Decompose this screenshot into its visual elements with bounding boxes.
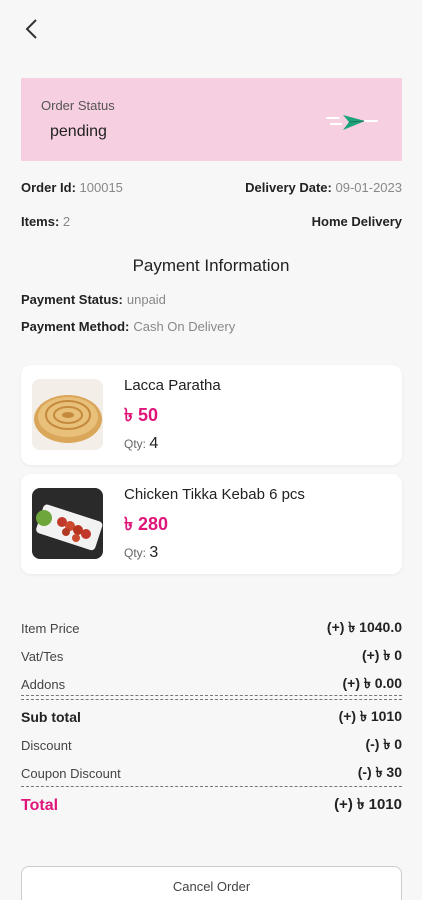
item-image-paratha	[32, 379, 103, 450]
order-status-value: pending	[50, 123, 107, 140]
item-qty-label: Qty:	[124, 437, 147, 451]
order-status-card: Order Status pending	[21, 78, 402, 161]
order-status-label: Order Status	[41, 98, 115, 113]
summary-addons-label: Addons	[21, 676, 66, 692]
summary-divider	[21, 695, 402, 696]
summary-addons-value: (+) ৳ 0.00	[342, 675, 402, 691]
summary-item-price-label: Item Price	[21, 620, 80, 636]
summary-coupon-value: (-) ৳ 30	[357, 764, 402, 780]
items-count-value: 2	[62, 214, 71, 229]
items-count-label: Items:	[21, 214, 60, 229]
item-qty: Qty: 3	[124, 544, 158, 562]
summary-total: Total (+) ৳ 1010	[21, 793, 402, 818]
order-meta-row-2: Items: 2 Home Delivery	[21, 214, 402, 229]
delivery-date: Delivery Date: 09-01-2023	[245, 180, 402, 195]
payment-method-value: Cash On Delivery	[133, 319, 236, 334]
delivery-date-label: Delivery Date:	[245, 180, 332, 195]
summary-item-price: Item Price (+) ৳ 1040.0	[21, 616, 402, 640]
item-name: Chicken Tikka Kebab 6 pcs	[124, 486, 305, 503]
cancel-order-button[interactable]: Cancel Order	[21, 866, 402, 900]
summary-coupon: Coupon Discount (-) ৳ 30	[21, 761, 402, 785]
summary-discount-value: (-) ৳ 0	[365, 736, 402, 752]
payment-status-value: unpaid	[126, 292, 166, 307]
item-image-kebab	[32, 488, 103, 559]
summary-divider	[21, 786, 402, 787]
order-item-card[interactable]: Lacca Paratha ৳ 50 Qty: 4	[21, 365, 402, 465]
item-qty: Qty: 4	[124, 435, 158, 453]
order-item-card[interactable]: Chicken Tikka Kebab 6 pcs ৳ 280 Qty: 3	[21, 474, 402, 574]
item-name: Lacca Paratha	[124, 377, 221, 394]
summary-vat: Vat/Tes (+) ৳ 0	[21, 644, 402, 668]
back-button[interactable]	[18, 16, 44, 42]
summary-subtotal-value: (+) ৳ 1010	[338, 708, 402, 724]
summary-vat-value: (+) ৳ 0	[361, 647, 402, 663]
payment-info-title: Payment Information	[132, 256, 290, 275]
order-id-value: 100015	[79, 180, 123, 195]
summary-item-price-value: (+) ৳ 1040.0	[326, 619, 402, 635]
item-qty-value: 4	[149, 435, 159, 452]
order-id: Order Id: 100015	[21, 180, 123, 195]
delivery-date-value: 09-01-2023	[335, 180, 403, 195]
summary-discount-label: Discount	[21, 737, 72, 753]
summary-discount: Discount (-) ৳ 0	[21, 733, 402, 757]
item-price: ৳ 50	[124, 405, 158, 425]
order-meta-row-1: Order Id: 100015 Delivery Date: 09-01-20…	[21, 180, 402, 195]
summary-divider	[21, 699, 402, 700]
paper-plane-icon	[326, 115, 378, 130]
payment-method: Payment Method: Cash On Delivery	[21, 319, 402, 334]
summary-vat-label: Vat/Tes	[21, 648, 64, 664]
item-qty-label: Qty:	[124, 546, 147, 560]
delivery-type: Home Delivery	[311, 214, 402, 229]
summary-total-label: Total	[21, 796, 59, 814]
order-id-label: Order Id:	[21, 180, 76, 195]
summary-coupon-label: Coupon Discount	[21, 765, 121, 781]
payment-method-label: Payment Method:	[21, 319, 130, 334]
items-count: Items: 2	[21, 214, 70, 229]
summary-subtotal: Sub total (+) ৳ 1010	[21, 705, 402, 729]
summary-addons: Addons (+) ৳ 0.00	[21, 672, 402, 696]
summary-subtotal-label: Sub total	[21, 709, 81, 725]
summary-total-value: (+) ৳ 1010	[334, 796, 402, 813]
item-price: ৳ 280	[124, 514, 168, 534]
chevron-left-icon	[25, 19, 37, 39]
item-qty-value: 3	[149, 544, 159, 561]
payment-status: Payment Status: unpaid	[21, 292, 402, 307]
payment-status-label: Payment Status:	[21, 292, 123, 307]
